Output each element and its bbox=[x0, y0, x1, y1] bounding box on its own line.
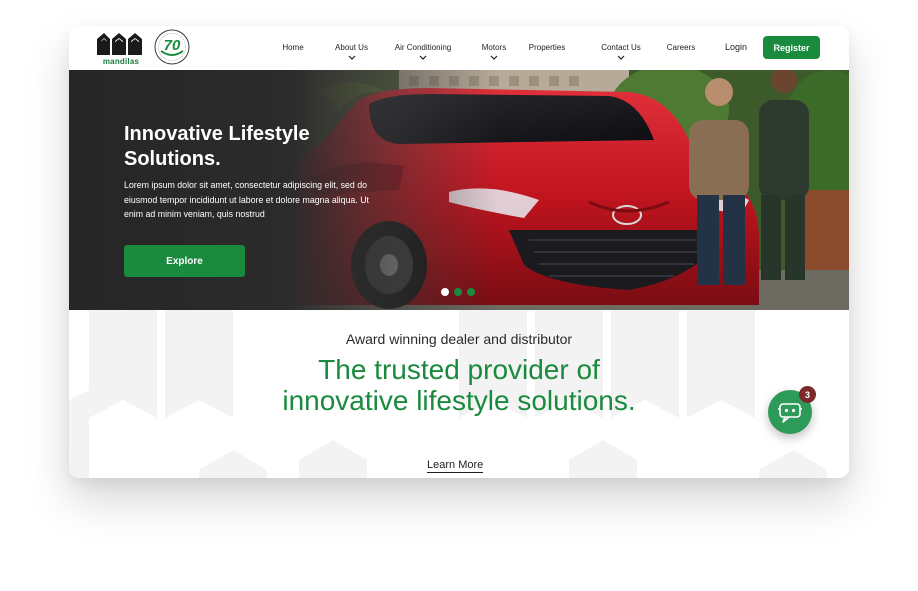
nav-label: Motors bbox=[481, 43, 507, 52]
carousel-dot[interactable] bbox=[454, 288, 462, 296]
nav-label: Properties bbox=[528, 43, 566, 52]
logo-wordmark: mandilas bbox=[102, 57, 140, 66]
site-header: mandilas 70 Home About Us Air Conditioni… bbox=[69, 26, 849, 70]
award-eyebrow: Award winning dealer and distributor bbox=[345, 331, 573, 347]
chevron-down-icon bbox=[490, 55, 498, 60]
hero-description: Lorem ipsum dolor sit amet, consectetur … bbox=[124, 180, 369, 219]
learn-more-link[interactable]: Learn More bbox=[427, 459, 484, 473]
chevron-down-icon bbox=[617, 55, 625, 60]
chevron-down-icon bbox=[419, 55, 427, 60]
badge-number: 70 bbox=[163, 37, 181, 54]
nav-item-contact-us[interactable]: Contact Us bbox=[578, 26, 664, 70]
anniversary-badge-icon: 70 bbox=[154, 29, 190, 65]
nav-label: Contact Us bbox=[601, 43, 641, 52]
register-button[interactable]: Register bbox=[763, 36, 820, 59]
nav-item-air-conditioning[interactable]: Air Conditioning bbox=[384, 26, 462, 70]
hero-title: Innovative Lifestyle Solutions. bbox=[124, 123, 310, 170]
nav-item-about-us[interactable]: About Us bbox=[319, 26, 384, 70]
chevron-down-icon bbox=[348, 55, 355, 60]
nav-item-careers[interactable]: Careers bbox=[664, 26, 698, 70]
login-link[interactable]: Login bbox=[725, 42, 747, 52]
explore-button[interactable]: Explore bbox=[124, 245, 245, 277]
carousel-dot[interactable] bbox=[441, 288, 449, 296]
mandilas-logo[interactable]: mandilas bbox=[96, 31, 146, 66]
carousel-dots bbox=[441, 288, 475, 296]
nav-item-motors[interactable]: Motors bbox=[462, 26, 526, 70]
logo-mark-icon bbox=[97, 33, 142, 55]
chatbot-icon bbox=[778, 403, 802, 423]
intro-section: Award winning dealer and distributor The… bbox=[69, 310, 849, 478]
nav-label: About Us bbox=[335, 43, 368, 52]
carousel-dot[interactable] bbox=[467, 288, 475, 296]
nav-item-properties[interactable]: Properties bbox=[526, 26, 568, 70]
intro-headline: The trusted provider of innovative lifes… bbox=[282, 354, 636, 416]
nav-label: Air Conditioning bbox=[394, 43, 452, 52]
main-nav: Home About Us Air Conditioning Motors Pr… bbox=[275, 26, 698, 70]
nav-label: Careers bbox=[666, 43, 696, 52]
nav-label: Home bbox=[282, 43, 304, 52]
nav-item-home[interactable]: Home bbox=[275, 26, 311, 70]
chat-unread-badge: 3 bbox=[799, 386, 816, 403]
browser-page: mandilas 70 Home About Us Air Conditioni… bbox=[69, 26, 849, 478]
hero-banner: Innovative Lifestyle Solutions. Lorem ip… bbox=[69, 70, 849, 310]
